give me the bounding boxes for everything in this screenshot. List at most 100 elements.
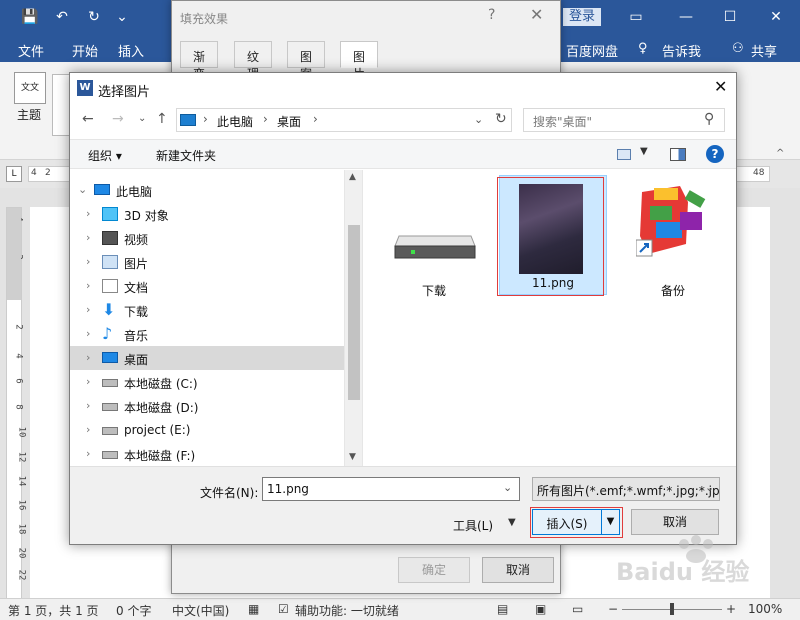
tree-item-this-pc[interactable]: ⌄ 此电脑 xyxy=(70,178,344,202)
chevron-up-icon[interactable]: ▲ xyxy=(349,172,356,182)
tree-item-desktop[interactable]: › 桌面 xyxy=(70,346,344,370)
tree-item-drive-c[interactable]: › 本地磁盘 (C:) xyxy=(70,370,344,394)
tree-scrollbar[interactable]: ▲ ▼ xyxy=(344,170,362,466)
breadcrumb-desktop[interactable]: 桌面 xyxy=(277,113,301,130)
tools-menu[interactable]: 工具(L) xyxy=(453,517,493,534)
minimize-icon[interactable]: — xyxy=(676,7,696,27)
preview-pane-icon[interactable] xyxy=(670,148,686,161)
tree-item-music[interactable]: › ♪ 音乐 xyxy=(70,322,344,346)
print-layout-icon[interactable]: ▣ xyxy=(535,602,546,616)
page-count[interactable]: 第 1 页，共 1 页 xyxy=(8,602,99,619)
share-icon[interactable]: ⚇ xyxy=(732,41,744,56)
tell-me-icon[interactable]: ♀ xyxy=(638,41,648,56)
chevron-right-icon[interactable]: › xyxy=(86,255,90,268)
maximize-icon[interactable]: ☐ xyxy=(720,7,740,27)
ribbon-display-icon[interactable]: ▭ xyxy=(626,7,646,27)
tab-share[interactable]: 共享 xyxy=(751,41,777,60)
chevron-right-icon[interactable]: › xyxy=(263,112,268,126)
read-mode-icon[interactable]: ▤ xyxy=(497,602,508,616)
help-icon[interactable]: ? xyxy=(706,145,724,163)
tab-insert[interactable]: 插入 xyxy=(118,41,144,60)
zoom-in-icon[interactable]: + xyxy=(726,602,736,616)
chevron-right-icon[interactable]: › xyxy=(313,112,318,126)
chevron-right-icon[interactable]: › xyxy=(86,231,90,244)
zoom-level[interactable]: 100% xyxy=(748,602,782,616)
word-count[interactable]: 0 个字 xyxy=(116,602,151,619)
ruler-number: 16 xyxy=(16,499,27,511)
web-layout-icon[interactable]: ▭ xyxy=(572,602,583,616)
language-indicator[interactable]: 中文(中国) xyxy=(172,602,229,619)
tree-item-drive-f[interactable]: › 本地磁盘 (F:) xyxy=(70,442,344,466)
chevron-down-icon[interactable]: ▼ xyxy=(349,452,356,462)
search-icon[interactable]: ⚲ xyxy=(704,111,714,127)
chevron-right-icon[interactable]: › xyxy=(203,112,208,126)
view-options-icon[interactable] xyxy=(617,149,631,160)
redo-icon[interactable]: ↻ xyxy=(84,7,104,27)
tab-file[interactable]: 文件 xyxy=(18,41,44,60)
organize-button[interactable]: 组织 ▾ xyxy=(88,147,122,164)
tab-tell-me[interactable]: 告诉我 xyxy=(662,41,701,60)
tab-home[interactable]: 开始 xyxy=(72,41,98,60)
search-input[interactable]: 搜索"桌面" ⚲ xyxy=(523,108,725,132)
file-item-downloads[interactable]: 下载 xyxy=(381,182,487,302)
tab-texture[interactable]: 纹理 xyxy=(234,41,273,81)
macro-icon[interactable]: ▦ xyxy=(248,602,259,616)
breadcrumb-this-pc[interactable]: 此电脑 xyxy=(217,113,253,130)
close-icon[interactable]: ✕ xyxy=(766,7,786,27)
tree-item-videos[interactable]: › 视频 xyxy=(70,226,344,250)
scrollbar-thumb[interactable] xyxy=(348,225,360,400)
close-icon[interactable]: ✕ xyxy=(714,77,727,96)
recent-locations-icon[interactable]: ⌄ xyxy=(138,113,146,124)
tab-pattern[interactable]: 图案 xyxy=(287,41,326,81)
help-icon[interactable]: ? xyxy=(488,7,495,23)
tree-item-documents[interactable]: › 文档 xyxy=(70,274,344,298)
chevron-right-icon[interactable]: › xyxy=(86,327,90,340)
forward-icon[interactable]: → xyxy=(112,111,124,127)
tree-item-drive-e[interactable]: › project (E:) xyxy=(70,418,344,442)
accessibility-icon[interactable]: ☑ xyxy=(278,602,289,616)
login-button[interactable]: 登录 xyxy=(563,8,601,26)
chevron-right-icon[interactable]: › xyxy=(86,351,90,364)
customize-toolbar-icon[interactable]: ⌄ xyxy=(112,7,132,27)
new-folder-button[interactable]: 新建文件夹 xyxy=(156,147,216,164)
tree-item-downloads[interactable]: › ⬇ 下载 xyxy=(70,298,344,322)
accessibility-status[interactable]: 辅助功能: 一切就绪 xyxy=(295,602,399,619)
style-gallery-thumb[interactable] xyxy=(52,74,70,136)
chevron-right-icon[interactable]: › xyxy=(86,207,90,220)
tree-item-drive-d[interactable]: › 本地磁盘 (D:) xyxy=(70,394,344,418)
ok-button[interactable]: 确定 xyxy=(398,557,470,583)
back-icon[interactable]: ← xyxy=(82,111,94,127)
tab-baidu-netdisk[interactable]: 百度网盘 xyxy=(566,41,618,60)
chevron-down-icon[interactable]: ⌄ xyxy=(78,183,87,196)
chevron-right-icon[interactable]: › xyxy=(86,399,90,412)
tab-stop-icon[interactable]: L xyxy=(6,166,22,182)
close-icon[interactable]: ✕ xyxy=(530,5,543,24)
file-type-select[interactable]: 所有图片(*.emf;*.wmf;*.jpg;*.jp xyxy=(532,477,720,501)
collapse-ribbon-icon[interactable]: ^ xyxy=(776,148,784,159)
tree-item-3d-objects[interactable]: › 3D 对象 xyxy=(70,202,344,226)
chevron-right-icon[interactable]: › xyxy=(86,423,90,436)
tab-picture[interactable]: 图片 xyxy=(340,41,379,81)
theme-icon[interactable]: 文文 xyxy=(14,72,46,104)
chevron-down-icon[interactable]: ⌄ xyxy=(705,481,714,494)
filename-input[interactable] xyxy=(262,477,520,501)
chevron-right-icon[interactable]: › xyxy=(86,447,90,460)
zoom-slider-thumb[interactable] xyxy=(670,603,674,615)
chevron-down-icon[interactable]: ▼ xyxy=(640,146,648,157)
chevron-right-icon[interactable]: › xyxy=(86,279,90,292)
tab-gradient[interactable]: 渐变 xyxy=(180,41,219,81)
chevron-down-icon[interactable]: ⌄ xyxy=(503,481,512,494)
zoom-out-icon[interactable]: − xyxy=(608,602,618,616)
file-item-backup[interactable]: 备份 xyxy=(620,182,726,302)
undo-icon[interactable]: ↶ xyxy=(52,7,72,27)
chevron-right-icon[interactable]: › xyxy=(86,303,90,316)
save-icon[interactable]: 💾 xyxy=(20,7,40,27)
tree-item-pictures[interactable]: › 图片 xyxy=(70,250,344,274)
chevron-down-icon[interactable]: ⌄ xyxy=(474,113,483,126)
chevron-down-icon[interactable]: ▼ xyxy=(508,517,516,528)
up-icon[interactable]: ↑ xyxy=(156,111,168,127)
address-bar[interactable]: › 此电脑 › 桌面 › ⌄ ↻ xyxy=(176,108,512,132)
cancel-button[interactable]: 取消 xyxy=(482,557,554,583)
refresh-icon[interactable]: ↻ xyxy=(495,111,507,127)
chevron-right-icon[interactable]: › xyxy=(86,375,90,388)
